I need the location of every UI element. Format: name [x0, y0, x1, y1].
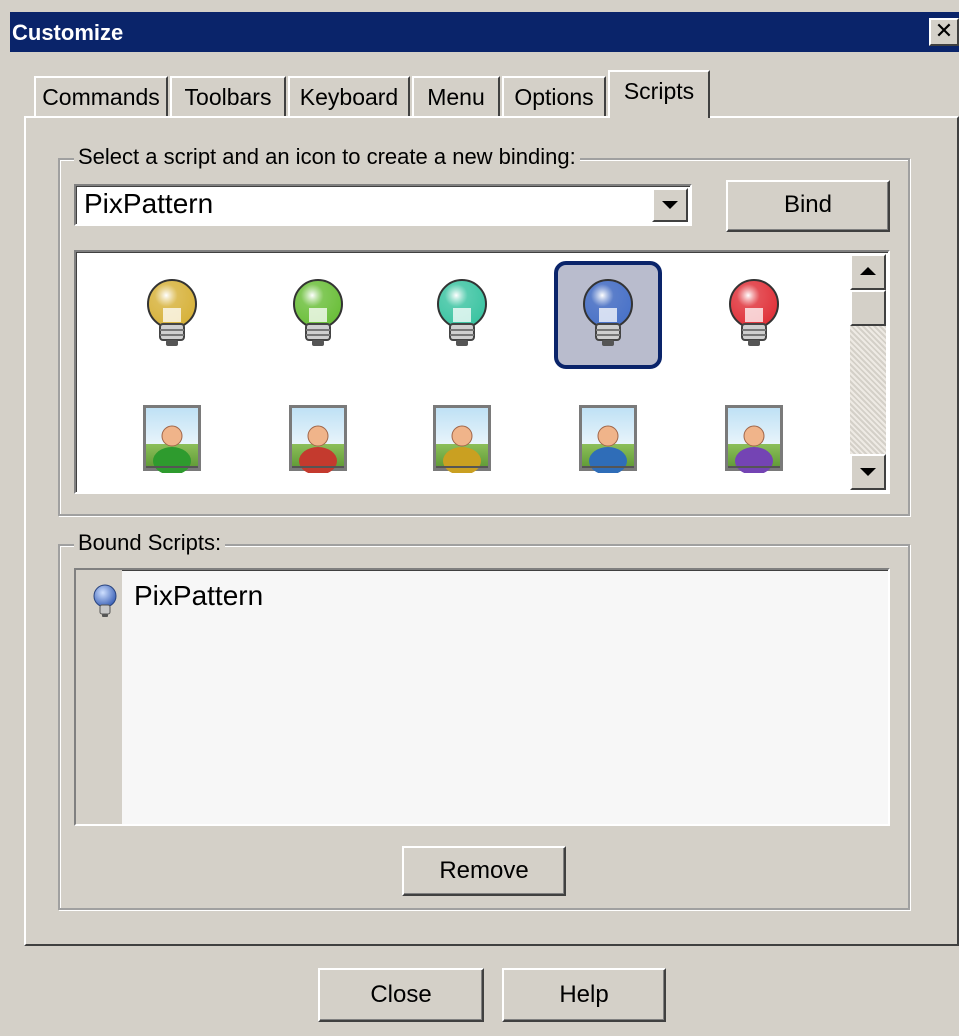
script-select-value: PixPattern [84, 188, 214, 219]
icon-option[interactable] [554, 384, 662, 492]
help-button[interactable]: Help [502, 968, 666, 1022]
scroll-up-button[interactable] [850, 254, 886, 290]
close-button[interactable]: Close [318, 968, 484, 1022]
icon-option[interactable] [264, 261, 372, 369]
icon-option[interactable] [700, 384, 808, 492]
tab-commands[interactable]: Commands [34, 76, 168, 116]
bound-script-label: PixPattern [134, 580, 264, 611]
title-bar: Customize ✕ [10, 12, 959, 52]
teal-bulb-icon [437, 279, 487, 346]
script-select-dropdown-button[interactable] [652, 188, 688, 222]
red-bulb-icon [729, 279, 779, 346]
icon-option[interactable] [264, 384, 372, 492]
icon-option[interactable] [118, 261, 226, 369]
binding-group-legend: Select a script and an icon to create a … [74, 144, 580, 170]
tab-scripts[interactable]: Scripts [608, 70, 710, 118]
blue-bulb-icon [93, 584, 117, 617]
blue-bulb-icon [583, 279, 633, 346]
blue-user-icon [579, 405, 637, 473]
icon-option[interactable] [408, 261, 516, 369]
tab-keyboard[interactable]: Keyboard [288, 76, 410, 116]
yellow-bulb-icon [147, 279, 197, 346]
script-select[interactable]: PixPattern [74, 184, 692, 226]
green-bulb-icon [293, 279, 343, 346]
bind-button[interactable]: Bind [726, 180, 890, 232]
icon-picker[interactable] [74, 250, 890, 494]
green-user-icon [143, 405, 201, 473]
scroll-down-icon [860, 468, 876, 476]
icon-option[interactable] [408, 384, 516, 492]
tab-menu[interactable]: Menu [412, 76, 500, 116]
icon-option[interactable] [554, 261, 662, 369]
bound-script-item[interactable]: PixPattern [86, 578, 386, 617]
window-close-button[interactable]: ✕ [929, 18, 959, 46]
remove-button[interactable]: Remove [402, 846, 566, 896]
tab-options[interactable]: Options [502, 76, 606, 116]
purple-user-icon [725, 405, 783, 473]
bound-scripts-list[interactable]: PixPattern [74, 568, 890, 826]
icon-picker-scrollbar[interactable] [850, 254, 886, 490]
scroll-thumb[interactable] [850, 290, 886, 326]
red-user-icon [289, 405, 347, 473]
icon-option[interactable] [118, 384, 226, 492]
window-title: Customize [12, 20, 124, 45]
close-icon: ✕ [934, 18, 954, 43]
yellow-user-icon [433, 405, 491, 473]
icon-option[interactable] [700, 261, 808, 369]
chevron-down-icon [662, 201, 678, 209]
tab-toolbars[interactable]: Toolbars [170, 76, 286, 116]
scroll-up-icon [860, 267, 876, 275]
bound-scripts-legend: Bound Scripts: [74, 530, 226, 556]
scroll-down-button[interactable] [850, 454, 886, 490]
